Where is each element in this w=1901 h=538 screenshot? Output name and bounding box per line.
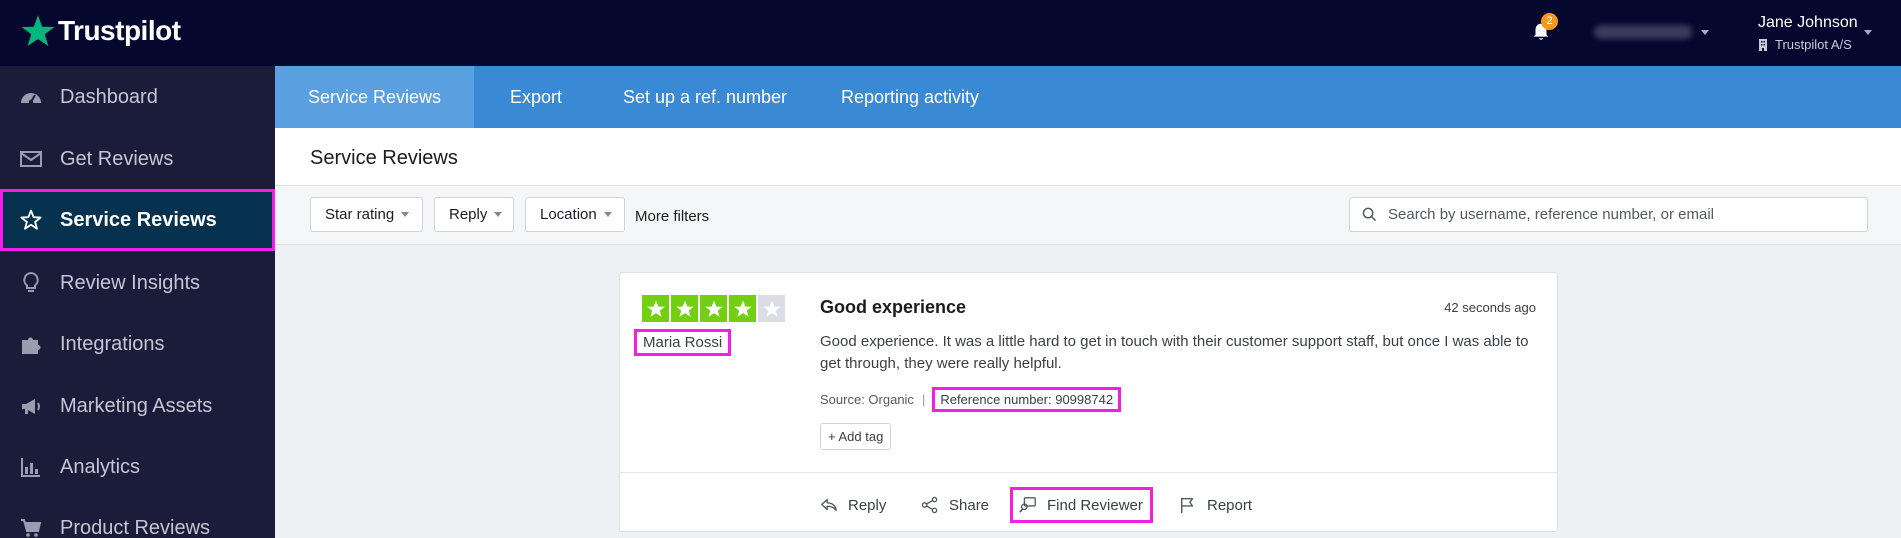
review-card: Maria Rossi Good experience 42 seconds a… [619,272,1558,532]
star-rating-filter-label: Star rating [325,206,395,223]
sidebar-item-label: Get Reviews [60,147,174,170]
location-filter-label: Location [540,206,597,223]
sidebar-item-label: Marketing Assets [60,394,213,417]
reply-filter-label: Reply [449,206,488,223]
reply-filter[interactable]: Reply [434,197,514,232]
sidebar-item-product-reviews[interactable]: Product Reviews [0,497,275,538]
sidebar-item-integrations[interactable]: Integrations [0,313,275,375]
user-company-name: Trustpilot A/S [1775,37,1852,52]
sidebar-item-service-reviews[interactable]: Service Reviews [0,189,275,251]
dashboard-icon [18,84,44,110]
star-rating-display [642,295,787,322]
review-meta: Source: Organic | Reference number: 9099… [820,387,1122,412]
meta-separator: | [921,392,926,407]
review-source: Source: Organic [820,392,914,407]
review-title: Good experience [820,297,967,317]
trustpilot-logo[interactable]: Trustpilot [20,13,181,49]
bar-chart-icon [18,454,44,480]
find-reviewer-button[interactable]: Find Reviewer [1010,487,1153,523]
tab-export[interactable]: Export [474,66,598,128]
sidebar-item-analytics[interactable]: Analytics [0,436,275,498]
envelope-icon [18,146,44,172]
user-menu-chevron-icon[interactable] [1864,30,1872,35]
sidebar-item-marketing-assets[interactable]: Marketing Assets [0,375,275,437]
reply-button-label: Reply [848,496,887,514]
search-input[interactable] [1388,206,1858,223]
sidebar-item-label: Analytics [60,455,141,478]
lightbulb-icon [18,270,44,296]
star-filled-icon [642,295,669,322]
page-header: Service Reviews [275,128,1901,186]
tab-reporting-activity[interactable]: Reporting activity [812,66,1008,128]
chevron-down-icon [603,212,612,217]
filter-bar: Star rating Reply Location More filters [275,186,1901,245]
sidebar-item-dashboard[interactable]: Dashboard [0,66,275,128]
tab-bar: Service Reviews Export Set up a ref. num… [275,66,1901,128]
star-filled-icon [671,295,698,322]
building-icon [1759,38,1767,51]
page-title: Service Reviews [310,147,458,169]
reply-icon [821,498,837,512]
star-filled-icon [700,295,727,322]
user-name[interactable]: Jane Johnson [1758,14,1858,32]
trustpilot-star-icon [21,15,55,46]
search-icon [1362,207,1377,222]
chevron-down-icon[interactable] [1701,30,1709,35]
report-button[interactable]: Report [1179,490,1252,520]
chevron-down-icon [401,212,410,217]
review-timestamp: 42 seconds ago [1444,300,1536,315]
sidebar-item-label: Product Reviews [60,516,211,538]
star-empty-icon [758,295,785,322]
review-body: Good experience. It was a little hard to… [820,333,1529,372]
find-reviewer-icon [1019,497,1036,513]
tab-set-up-ref-number[interactable]: Set up a ref. number [598,66,812,128]
tab-service-reviews[interactable]: Service Reviews [275,66,474,128]
reply-button[interactable]: Reply [820,490,886,520]
location-filter[interactable]: Location [525,197,625,232]
search-box[interactable] [1349,197,1868,232]
share-icon [921,496,938,514]
more-filters-link[interactable]: More filters [635,208,709,225]
sidebar-item-label: Service Reviews [60,208,217,231]
sidebar-item-label: Integrations [60,332,165,355]
star-outline-icon [18,207,44,233]
add-tag-button[interactable]: + Add tag [820,423,892,450]
chevron-down-icon [494,212,503,217]
top-bar: Trustpilot 2 Jane Johnson Trustpilot A/S [0,0,1901,66]
sidebar-item-review-insights[interactable]: Review Insights [0,252,275,314]
puzzle-icon [18,331,44,357]
share-button-label: Share [949,496,990,514]
cart-icon [18,515,44,538]
megaphone-icon [18,393,44,419]
star-filled-icon [729,295,756,322]
user-company: Trustpilot A/S [1758,37,1852,52]
reviewer-name[interactable]: Maria Rossi [634,329,732,356]
sidebar: Dashboard Get Reviews Service Reviews Re… [0,66,275,538]
share-button[interactable]: Share [921,490,989,520]
brand-name: Trustpilot [58,15,181,46]
sidebar-item-label: Dashboard [60,85,158,108]
report-button-label: Report [1207,496,1253,514]
notification-count-badge: 2 [1541,13,1558,30]
account-switcher-blurred[interactable] [1594,25,1692,39]
star-rating-filter[interactable]: Star rating [310,197,423,232]
sidebar-item-get-reviews[interactable]: Get Reviews [0,128,275,190]
sidebar-item-label: Review Insights [60,271,201,294]
flag-icon [1180,497,1194,514]
reference-number: Reference number: 90998742 [932,387,1122,412]
card-divider [620,472,1557,473]
find-reviewer-button-label: Find Reviewer [1047,496,1143,514]
